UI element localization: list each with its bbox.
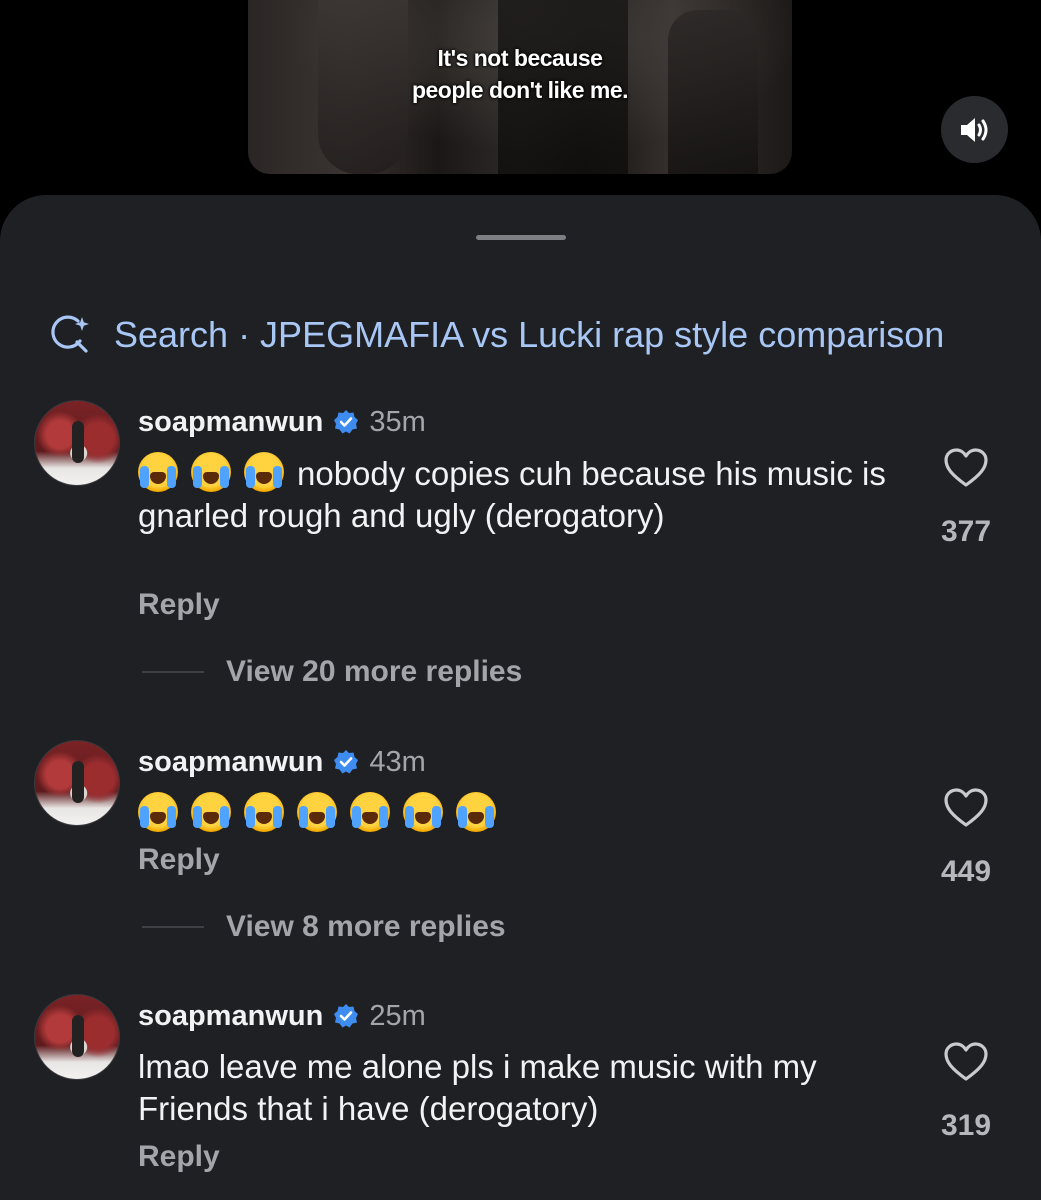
sparkle-search-icon [51,315,89,353]
avatar[interactable] [34,994,120,1080]
loudly-crying-face-icon [244,452,284,492]
video-subtitle: It's not because people don't like me. [248,42,792,106]
username[interactable]: soapmanwun [138,746,323,779]
speaker-icon [960,117,987,142]
comment-text: nobody copies cuh because his music is g… [138,452,898,537]
video-preview[interactable]: It's not because people don't like me. [248,0,792,174]
view-replies-button[interactable]: View 20 more replies [142,652,522,692]
thread-line [142,926,204,928]
heart-icon [944,788,988,827]
like-count: 319 [940,1109,992,1142]
mute-button[interactable] [941,96,1008,163]
comments-sheet: Search · JPEGMAFIA vs Lucki rap style co… [0,195,1041,1200]
heart-icon [944,448,988,487]
verified-badge-icon [334,410,359,434]
view-replies-label: View 20 more replies [226,655,523,688]
comment-text: lmao leave me alone pls i make music wit… [138,1048,817,1127]
subtitle-line: people don't like me. [411,77,629,103]
thread-line [142,671,204,673]
search-suggestion[interactable]: Search · JPEGMAFIA vs Lucki rap style co… [48,310,944,360]
reply-button[interactable]: Reply [138,588,220,622]
loudly-crying-face-icon [350,792,390,832]
loudly-crying-face-icon [138,452,178,492]
drag-handle[interactable] [476,235,566,240]
subtitle-line: It's not because [437,45,603,71]
comment-time: 25m [369,999,426,1032]
reply-button[interactable]: Reply [138,1140,220,1174]
avatar[interactable] [34,740,120,826]
search-suggestion-label: Search · JPEGMAFIA vs Lucki rap style co… [114,314,945,355]
like-count: 377 [940,515,992,548]
loudly-crying-face-icon [191,452,231,492]
heart-icon [944,1042,988,1081]
loudly-crying-face-icon [297,792,337,832]
view-replies-button[interactable]: View 8 more replies [142,907,506,947]
like-button[interactable]: 377 [930,448,1002,549]
loudly-crying-face-icon [138,792,178,832]
comment-header: soapmanwun 25m [138,996,426,1036]
loudly-crying-face-icon [191,792,231,832]
comment-time: 35m [369,405,426,438]
like-button[interactable]: 449 [930,788,1002,889]
reply-button[interactable]: Reply [138,843,220,877]
view-replies-label: View 8 more replies [226,910,506,943]
loudly-crying-face-icon [403,792,443,832]
comment-header: soapmanwun 35m [138,402,426,442]
username[interactable]: soapmanwun [138,406,323,439]
comment-text [138,792,898,835]
comment-header: soapmanwun 43m [138,742,426,782]
like-button[interactable]: 319 [930,1042,1002,1143]
comment-time: 43m [369,745,426,778]
avatar[interactable] [34,400,120,486]
verified-badge-icon [334,750,359,774]
loudly-crying-face-icon [456,792,496,832]
username[interactable]: soapmanwun [138,1000,323,1033]
like-count: 449 [940,855,992,888]
verified-badge-icon [334,1004,359,1028]
loudly-crying-face-icon [244,792,284,832]
